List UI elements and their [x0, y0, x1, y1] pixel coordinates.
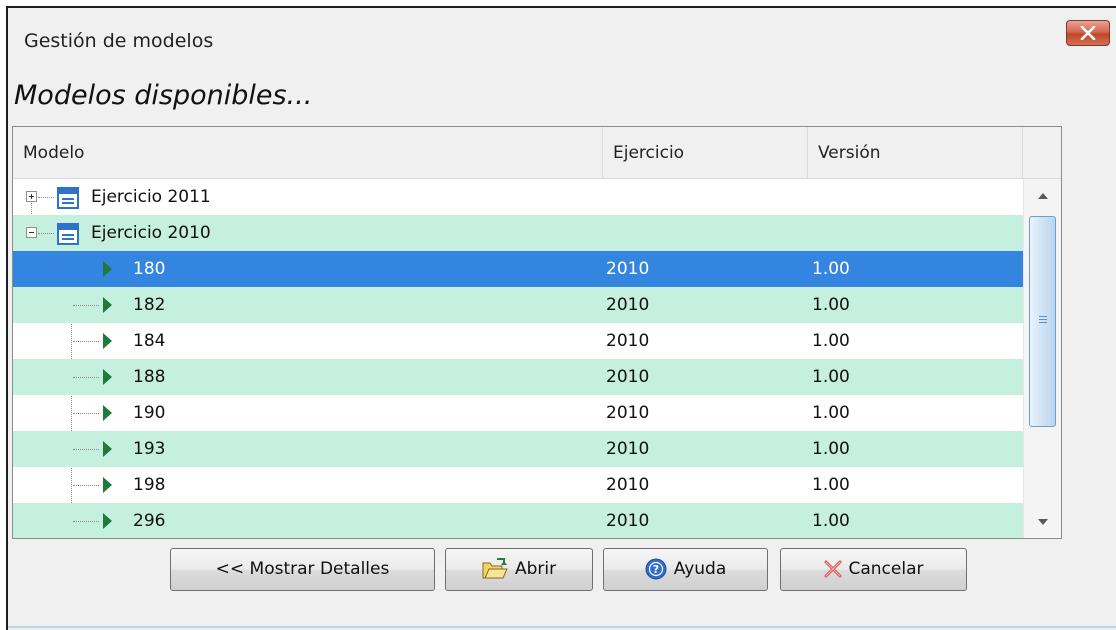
models-tree-grid[interactable]: Modelo Ejercicio Versión Ejercicio 2011 — [12, 126, 1062, 539]
show-details-label: << Mostrar Detalles — [215, 559, 390, 579]
scroll-up-button[interactable] — [1024, 179, 1061, 213]
cell-version: 1.00 — [812, 367, 850, 387]
row-arrow-icon — [103, 369, 112, 385]
help-icon: ? — [645, 558, 667, 580]
cell-modelo: 188 — [133, 367, 166, 387]
cell-modelo: 198 — [133, 475, 166, 495]
expand-toggle[interactable] — [26, 191, 37, 202]
cell-modelo: 190 — [133, 403, 166, 423]
tree-group-row[interactable]: Ejercicio 2011 — [13, 179, 1023, 215]
chevron-up-icon — [1038, 193, 1048, 199]
row-arrow-icon — [103, 297, 112, 313]
section-heading: Modelos disponibles... — [14, 80, 313, 111]
table-row[interactable]: 180 2010 1.00 — [13, 251, 1023, 287]
cell-version: 1.00 — [812, 295, 850, 315]
open-label: Abrir — [514, 559, 557, 579]
model-group-icon — [57, 223, 79, 245]
show-details-button[interactable]: << Mostrar Detalles — [170, 548, 435, 591]
tree-line — [38, 197, 54, 199]
group-label: Ejercicio 2010 — [91, 223, 211, 243]
cell-version: 1.00 — [812, 439, 850, 459]
table-row[interactable]: 184 2010 1.00 — [13, 323, 1023, 359]
table-row[interactable]: 188 2010 1.00 — [13, 359, 1023, 395]
cell-modelo: 182 — [133, 295, 166, 315]
window-title: Gestión de modelos — [24, 30, 214, 52]
cell-version: 1.00 — [812, 259, 850, 279]
row-arrow-icon — [103, 513, 112, 529]
table-row[interactable]: 190 2010 1.00 — [13, 395, 1023, 431]
column-header-version[interactable]: Versión — [808, 127, 1023, 178]
scroll-down-button[interactable] — [1024, 505, 1061, 538]
row-arrow-icon — [103, 405, 112, 421]
tree-line — [73, 485, 99, 487]
grid-header: Modelo Ejercicio Versión — [13, 127, 1061, 179]
grid-rows: Ejercicio 2011 Ejercicio 2010 180 2010 1… — [13, 179, 1023, 538]
group-label: Ejercicio 2011 — [91, 187, 211, 207]
row-arrow-icon — [103, 333, 112, 349]
close-icon — [1080, 26, 1096, 40]
help-button[interactable]: ? Ayuda — [603, 548, 768, 591]
tree-line — [38, 233, 54, 235]
cell-ejercicio: 2010 — [606, 511, 650, 531]
model-group-icon — [57, 187, 79, 209]
table-row[interactable]: 198 2010 1.00 — [13, 467, 1023, 503]
table-row[interactable]: 182 2010 1.00 — [13, 287, 1023, 323]
vertical-scrollbar[interactable] — [1023, 179, 1061, 538]
cell-ejercicio: 2010 — [606, 403, 650, 423]
cell-ejercicio: 2010 — [606, 295, 650, 315]
tree-line — [73, 521, 99, 523]
cell-ejercicio: 2010 — [606, 475, 650, 495]
cell-ejercicio: 2010 — [606, 367, 650, 387]
tree-line — [73, 341, 99, 343]
column-header-modelo[interactable]: Modelo — [13, 127, 603, 178]
help-label: Ayuda — [673, 559, 727, 579]
cell-modelo: 184 — [133, 331, 166, 351]
cell-modelo: 193 — [133, 439, 166, 459]
open-folder-icon — [482, 558, 508, 579]
window: Gestión de modelos Modelos disponibles..… — [0, 0, 1116, 630]
window-bottom-edge — [8, 626, 1116, 628]
chevron-down-icon — [1038, 519, 1048, 525]
tree-line — [73, 377, 99, 379]
cell-ejercicio: 2010 — [606, 439, 650, 459]
cell-ejercicio: 2010 — [606, 331, 650, 351]
collapse-toggle[interactable] — [26, 227, 37, 238]
cell-version: 1.00 — [812, 403, 850, 423]
tree-line — [73, 413, 99, 415]
table-row[interactable]: 296 2010 1.00 — [13, 503, 1023, 538]
tree-line — [73, 449, 99, 451]
cell-version: 1.00 — [812, 331, 850, 351]
cell-modelo: 296 — [133, 511, 166, 531]
cancel-button[interactable]: Cancelar — [780, 548, 967, 591]
cell-ejercicio: 2010 — [606, 259, 650, 279]
row-arrow-icon — [103, 261, 112, 277]
open-button[interactable]: Abrir — [445, 548, 593, 591]
scrollbar-thumb[interactable] — [1029, 216, 1056, 427]
row-arrow-icon — [103, 477, 112, 493]
row-arrow-icon — [103, 441, 112, 457]
cell-modelo: 180 — [133, 259, 166, 279]
tree-group-row[interactable]: Ejercicio 2010 — [13, 215, 1023, 251]
titlebar[interactable]: Gestión de modelos — [8, 8, 1116, 62]
close-button[interactable] — [1066, 20, 1110, 46]
cancel-label: Cancelar — [848, 559, 924, 579]
svg-text:?: ? — [653, 563, 659, 576]
cell-version: 1.00 — [812, 511, 850, 531]
cancel-x-icon — [824, 560, 841, 578]
tree-line — [73, 305, 99, 307]
table-row[interactable]: 193 2010 1.00 — [13, 431, 1023, 467]
cell-version: 1.00 — [812, 475, 850, 495]
column-header-ejercicio[interactable]: Ejercicio — [603, 127, 808, 178]
